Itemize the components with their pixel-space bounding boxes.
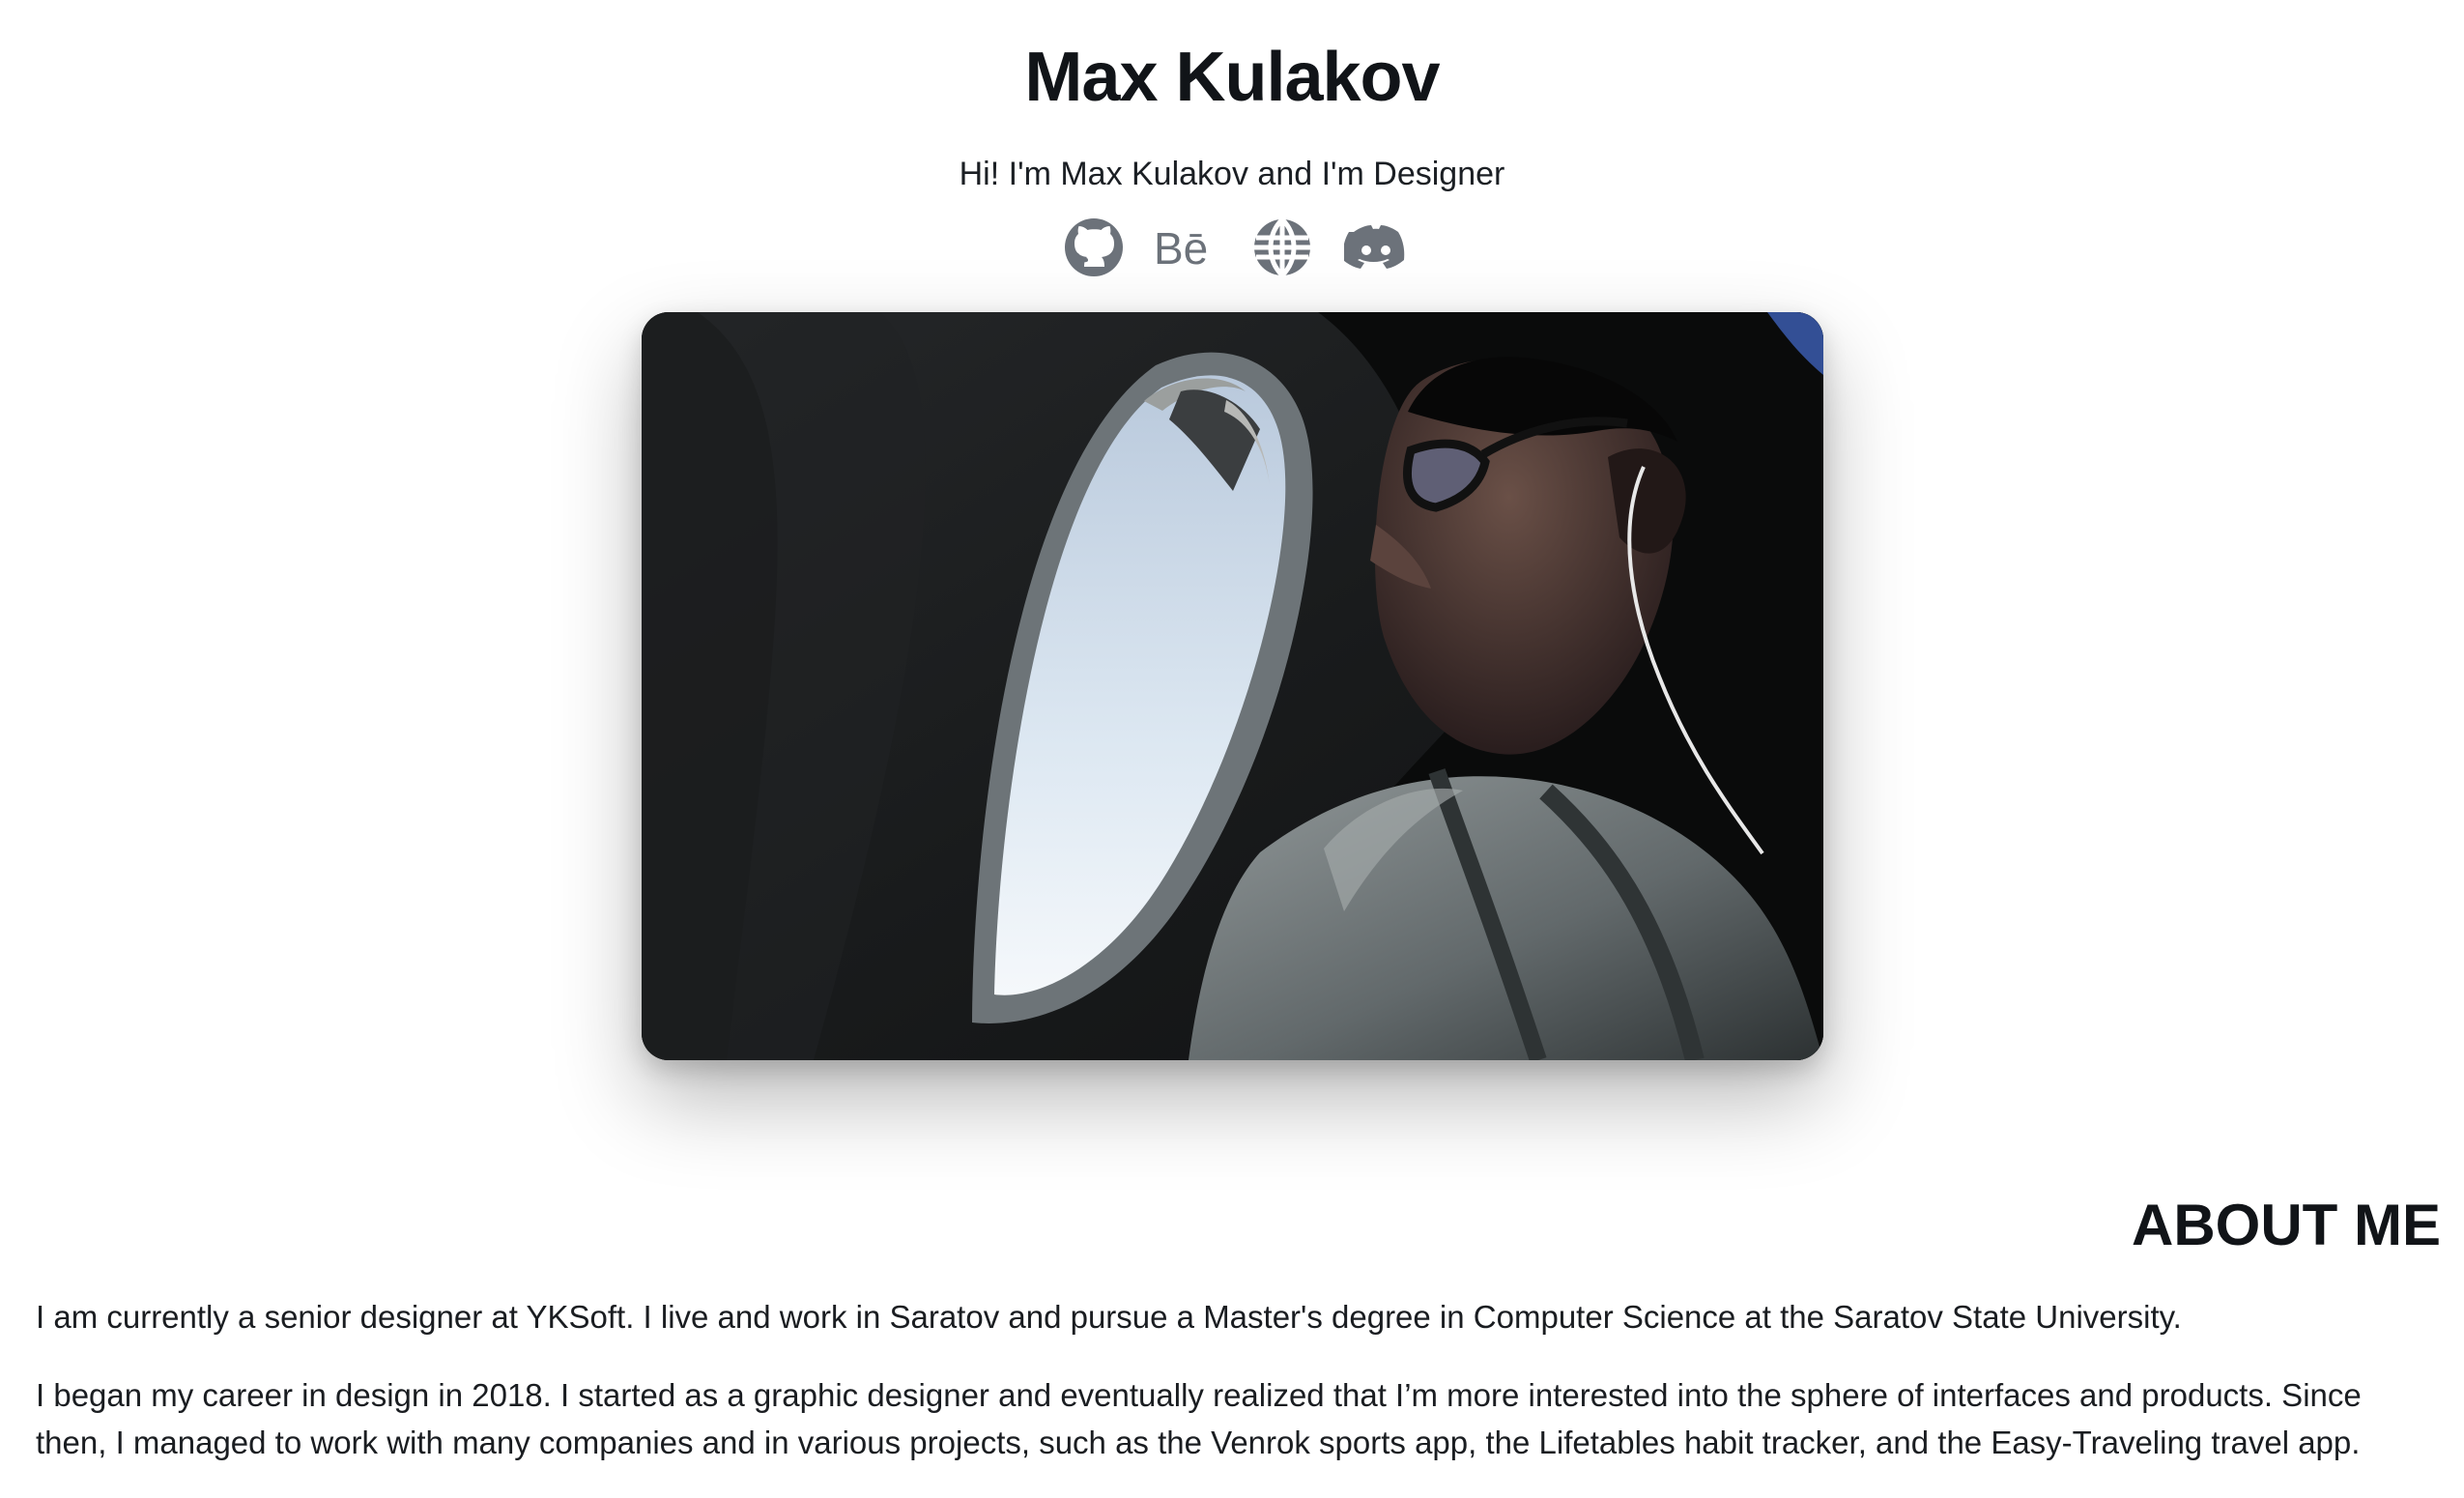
behance-icon: Bē [1154, 224, 1221, 271]
discord-icon [1343, 222, 1408, 273]
intro-subtitle: Hi! I'm Max Kulakov and I'm Designer [959, 156, 1505, 192]
behance-link[interactable]: Bē [1154, 215, 1221, 280]
website-link[interactable] [1249, 215, 1315, 280]
github-link[interactable] [1061, 215, 1127, 280]
svg-text:Bē: Bē [1154, 224, 1208, 271]
globe-icon [1251, 216, 1313, 278]
portfolio-page: Max Kulakov Hi! I'm Max Kulakov and I'm … [0, 0, 2464, 1498]
about-paragraph-1: I am currently a senior designer at YKSo… [36, 1299, 2182, 1335]
profile-photo [642, 312, 1823, 1060]
discord-link[interactable] [1343, 215, 1409, 280]
social-links: Bē [1061, 214, 1409, 281]
about-title: ABOUT ME [2132, 1193, 2441, 1257]
about-paragraph-2: I began my career in design in 2018. I s… [36, 1377, 2362, 1460]
github-icon [1063, 216, 1125, 278]
page-title: Max Kulakov [1024, 39, 1440, 116]
